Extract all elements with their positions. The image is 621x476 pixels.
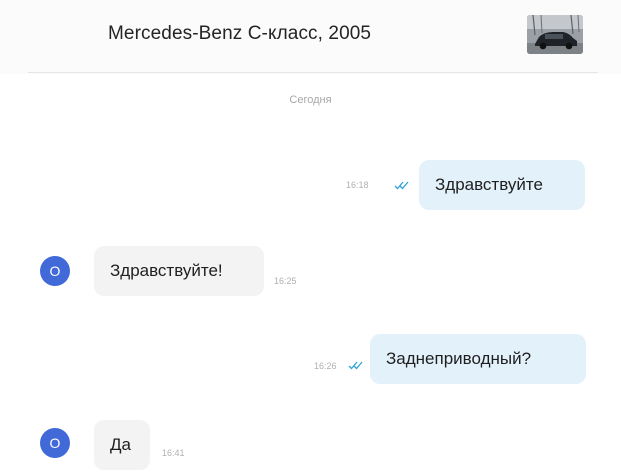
message-bubble-incoming[interactable]: Да: [94, 420, 150, 470]
message-bubble-outgoing[interactable]: Здравствуйте: [419, 160, 585, 210]
read-ticks-icon: [394, 181, 409, 190]
chat-screen: Mercedes-Benz C-класс, 2005 Сегодня 16:1…: [0, 0, 621, 476]
message-bubble-outgoing[interactable]: Заднеприводный?: [370, 334, 586, 384]
avatar[interactable]: O: [40, 428, 70, 458]
read-ticks-icon: [348, 361, 363, 370]
chat-header: Mercedes-Benz C-класс, 2005: [0, 0, 621, 74]
avatar-letter: O: [49, 435, 61, 451]
message-bubble-incoming[interactable]: Здравствуйте!: [94, 246, 264, 296]
message-time: 16:41: [162, 448, 185, 458]
listing-title[interactable]: Mercedes-Benz C-класс, 2005: [108, 23, 371, 45]
message-time: 16:25: [274, 276, 297, 286]
avatar-letter: O: [49, 263, 61, 279]
car-photo-icon: [527, 15, 583, 54]
message-text: Здравствуйте!: [110, 261, 223, 280]
car-photo-thumbnail[interactable]: [527, 15, 583, 54]
message-text: Здравствуйте: [435, 175, 543, 194]
message-time: 16:18: [346, 180, 369, 190]
avatar[interactable]: O: [40, 256, 70, 286]
message-text: Заднеприводный?: [386, 349, 532, 368]
header-divider: [28, 72, 598, 73]
message-time: 16:26: [314, 361, 337, 371]
message-text: Да: [110, 435, 131, 454]
date-separator: Сегодня: [289, 94, 332, 106]
